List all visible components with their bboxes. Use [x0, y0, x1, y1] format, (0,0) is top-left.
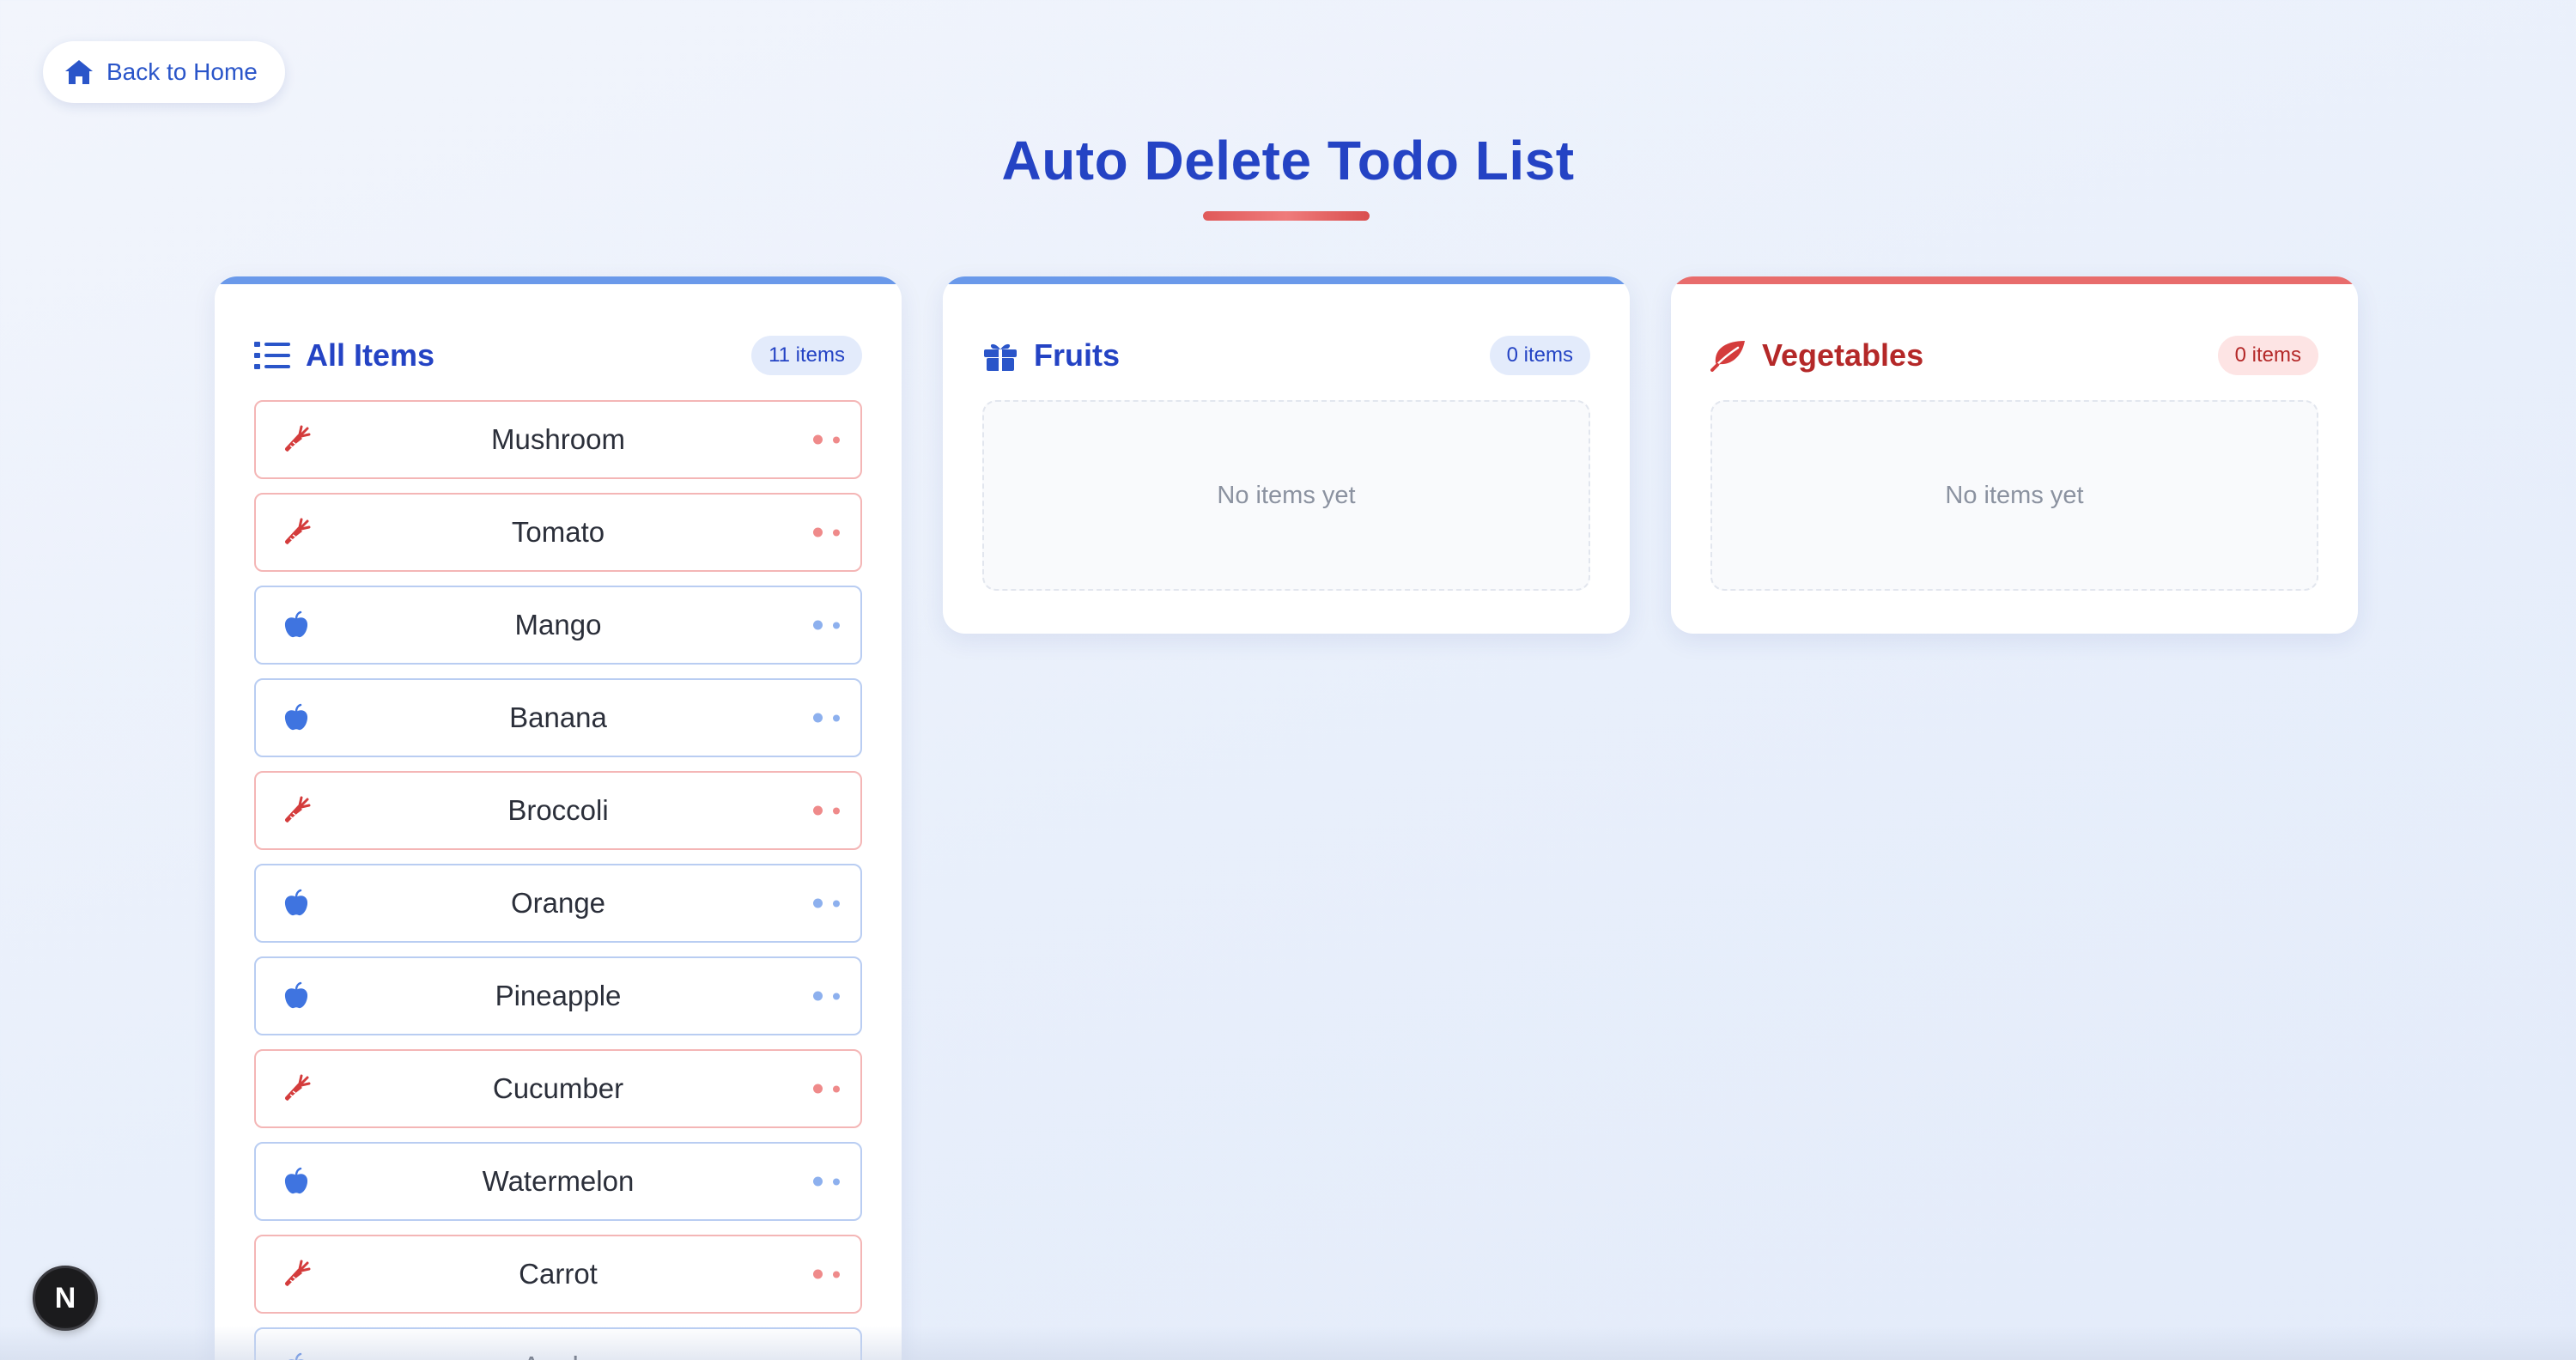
list-item[interactable]: Mushroom [254, 400, 862, 479]
carrot-icon [282, 425, 311, 454]
apple-icon [282, 1352, 311, 1360]
carrot-icon [282, 1260, 311, 1289]
drag-dots-icon [813, 1084, 840, 1094]
all-items-column: All Items 11 items Mushroom Tomato Mango Ba… [215, 276, 902, 1360]
fruits-title: Fruits [1034, 337, 1121, 373]
gift-icon [984, 343, 1017, 371]
apple-icon [282, 889, 311, 918]
all-items-title: All Items [306, 337, 435, 373]
list-item-label: Tomato [511, 516, 605, 548]
apple-icon [282, 703, 311, 732]
drag-dots-icon [813, 527, 840, 537]
leaf-icon [1710, 341, 1745, 372]
vegetables-empty-state: No items yet [1710, 400, 2318, 591]
all-items-header: All Items 11 items [254, 330, 862, 381]
list-item[interactable]: Cucumber [254, 1049, 862, 1128]
back-to-home-label: Back to Home [106, 58, 258, 85]
drag-dots-icon [813, 1176, 840, 1187]
drag-dots-icon [813, 991, 840, 1001]
fruits-header: Fruits 0 items [982, 330, 1590, 381]
home-icon [65, 60, 93, 84]
list-item-label: Orange [510, 887, 606, 919]
apple-icon [282, 981, 311, 1011]
list-item[interactable]: Tomato [254, 493, 862, 572]
drag-dots-icon [813, 620, 840, 630]
list-item[interactable]: Carrot [254, 1235, 862, 1314]
dev-tools-badge[interactable]: N [33, 1266, 98, 1331]
list-item-label: Banana [509, 701, 607, 733]
list-item-label: Carrot [519, 1258, 598, 1290]
apple-icon [282, 610, 311, 640]
carrot-icon [282, 796, 311, 825]
back-to-home-button[interactable]: Back to Home [43, 41, 285, 103]
list-icon [254, 342, 290, 369]
list-item-label: Watermelon [482, 1165, 635, 1197]
list-item[interactable]: Mango [254, 586, 862, 665]
list-item-label: Broccoli [507, 794, 609, 826]
all-items-count-badge: 11 items [751, 336, 862, 375]
list-item[interactable]: Watermelon [254, 1142, 862, 1221]
list-item-label: Pineapple [495, 980, 622, 1011]
fruits-empty-state: No items yet [982, 400, 1590, 591]
drag-dots-icon [813, 1269, 840, 1279]
page-title: Auto Delete Todo List [1001, 130, 1575, 191]
drag-dots-icon [813, 434, 840, 445]
fruits-count-badge: 0 items [1489, 336, 1590, 375]
fruits-column: Fruits 0 items No items yet [943, 276, 1630, 634]
drag-dots-icon [813, 713, 840, 723]
all-items-list: Mushroom Tomato Mango Banana Broccoli Orange P… [254, 400, 862, 1360]
list-item[interactable]: Orange [254, 864, 862, 943]
vegetables-count-badge: 0 items [2217, 336, 2318, 375]
list-item[interactable]: Broccoli [254, 771, 862, 850]
list-item-label: Cucumber [492, 1072, 624, 1104]
list-item-label: Mushroom [491, 423, 625, 455]
list-item[interactable]: Apple [254, 1327, 862, 1360]
list-item-label: Apple [256, 1351, 860, 1360]
carrot-icon [282, 1074, 311, 1103]
list-item-label: Mango [514, 609, 602, 641]
title-underline [1203, 211, 1370, 221]
list-item[interactable]: Banana [254, 678, 862, 757]
drag-dots-icon [813, 805, 840, 816]
carrot-icon [282, 518, 311, 547]
apple-icon [282, 1167, 311, 1196]
vegetables-column: Vegetables 0 items No items yet [1671, 276, 2358, 634]
drag-dots-icon [813, 898, 840, 908]
list-item[interactable]: Pineapple [254, 956, 862, 1035]
vegetables-header: Vegetables 0 items [1710, 330, 2318, 381]
vegetables-title: Vegetables [1762, 337, 1924, 373]
